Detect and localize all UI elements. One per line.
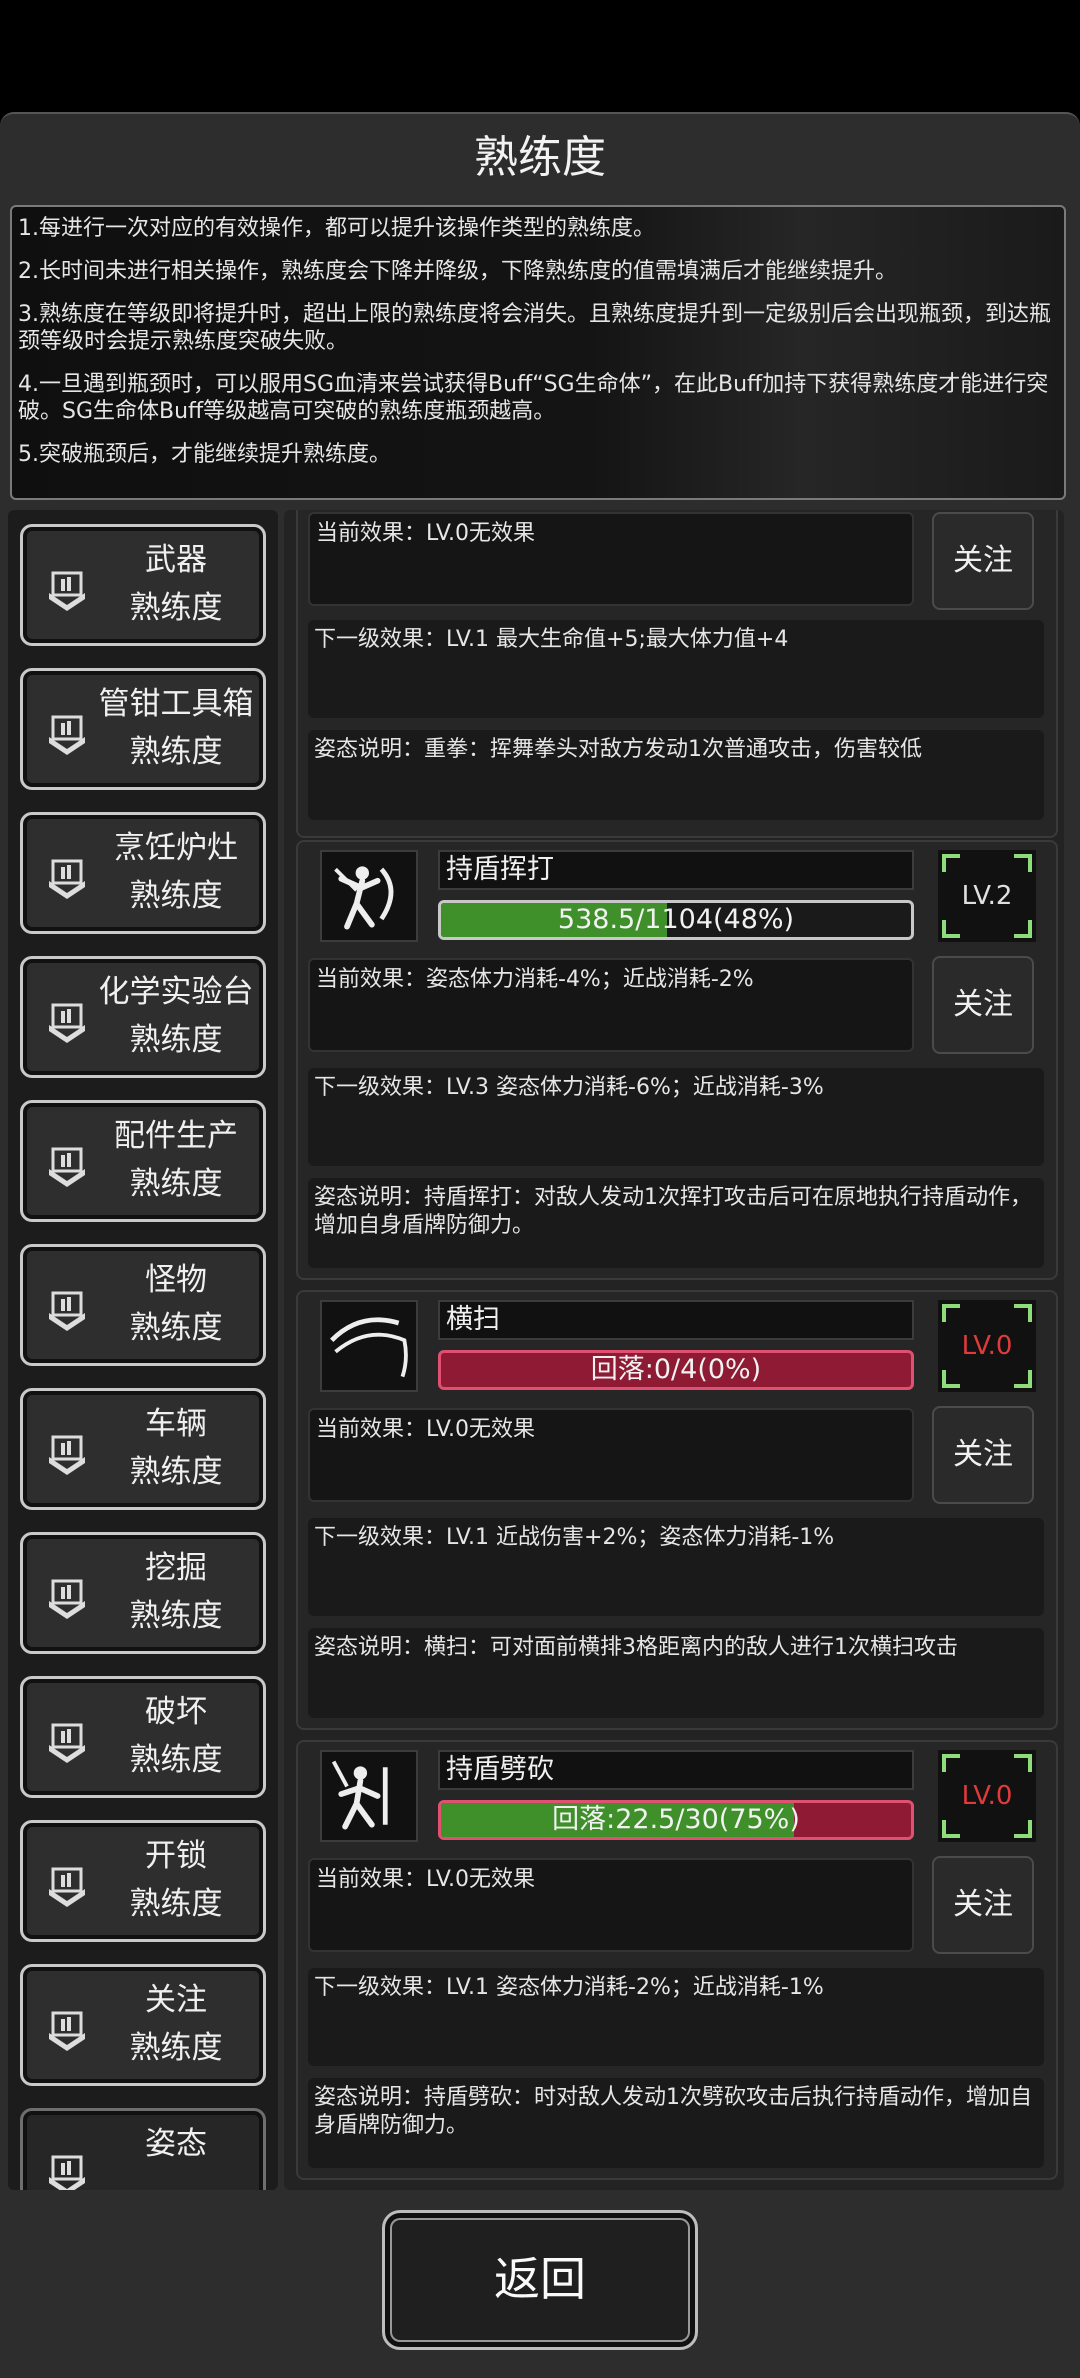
level-badge: LV.0 bbox=[938, 1750, 1036, 1842]
sidebar-item-chemistry[interactable]: 化学实验台 熟练度 bbox=[20, 956, 266, 1078]
sidebar-item-label: 挖掘 bbox=[145, 1550, 207, 1586]
level-text: LV.0 bbox=[961, 1331, 1013, 1361]
skill-list[interactable]: 当前效果：LV.0无效果 关注 下一级效果：LV.1 最大生命值+5;最大体力值… bbox=[284, 510, 1064, 2190]
skill-name: 持盾劈砍 bbox=[438, 1750, 914, 1790]
current-effect: 当前效果：LV.0无效果 bbox=[308, 1858, 914, 1952]
sidebar-item-label: 化学实验台 bbox=[98, 974, 254, 1010]
current-effect: 当前效果：LV.0无效果 bbox=[308, 512, 914, 606]
sidebar-item-sublabel: 熟练度 bbox=[129, 590, 223, 626]
info-line: 5.突破瓶颈后，才能继续提升熟练度。 bbox=[18, 442, 391, 467]
shield-bash-icon bbox=[320, 850, 418, 942]
sidebar-item-label: 姿态 bbox=[145, 2126, 207, 2162]
level-text: LV.0 bbox=[961, 1781, 1013, 1811]
current-effect: 当前效果：LV.0无效果 bbox=[308, 1408, 914, 1502]
skill-card: 横扫 回落:0/4(0%) LV.0 当前效果：LV.0无效果 关注 下一级效果… bbox=[296, 1290, 1058, 1730]
sidebar-item-sublabel: 熟练度 bbox=[129, 1598, 223, 1634]
skill-card: 持盾劈砍 回落:22.5/30(75%) LV.0 当前效果：LV.0无效果 关… bbox=[296, 1740, 1058, 2180]
sidebar-item-label: 管钳工具箱 bbox=[98, 686, 254, 722]
sweep-icon bbox=[320, 1300, 418, 1392]
info-line: 3.熟练度在等级即将提升时，超出上限的熟练度将会消失。且熟练度提升到一定级别后会… bbox=[18, 302, 1051, 354]
level-badge: LV.2 bbox=[938, 850, 1036, 942]
skill-progress-bar: 回落:22.5/30(75%) bbox=[438, 1800, 914, 1840]
follow-button[interactable]: 关注 bbox=[932, 956, 1034, 1054]
skill-name: 横扫 bbox=[438, 1300, 914, 1340]
sidebar-item-toolbox[interactable]: 管钳工具箱 熟练度 bbox=[20, 668, 266, 790]
sidebar-item-label: 怪物 bbox=[145, 1262, 207, 1298]
sidebar-item-label: 配件生产 bbox=[114, 1118, 238, 1154]
sidebar-item-sublabel: 熟练度 bbox=[129, 1022, 223, 1058]
sidebar-item-destroy[interactable]: 破坏 熟练度 bbox=[20, 1676, 266, 1798]
skill-card: 持盾挥打 538.5/1104(48%) LV.2 当前效果：姿态体力消耗-4%… bbox=[296, 840, 1058, 1280]
sidebar-item-sublabel: 熟练度 bbox=[129, 878, 223, 914]
info-line: 1.每进行一次对应的有效操作，都可以提升该操作类型的熟练度。 bbox=[18, 216, 655, 241]
level-badge: LV.0 bbox=[938, 1300, 1036, 1392]
page-title: 熟练度 bbox=[474, 132, 606, 183]
shield-slash-icon bbox=[320, 1750, 418, 1842]
stance-description: 姿态说明：持盾劈砍：时对敌人发动1次劈砍攻击后执行持盾动作，增加自身盾牌防御力。 bbox=[308, 2078, 1044, 2168]
follow-button[interactable]: 关注 bbox=[932, 512, 1034, 610]
sidebar-item-vehicle[interactable]: 车辆 熟练度 bbox=[20, 1388, 266, 1510]
sidebar-item-cooking[interactable]: 烹饪炉灶 熟练度 bbox=[20, 812, 266, 934]
skill-card: 当前效果：LV.0无效果 关注 下一级效果：LV.1 最大生命值+5;最大体力值… bbox=[296, 510, 1058, 838]
sidebar-item-label: 开锁 bbox=[145, 1838, 207, 1874]
next-effect: 下一级效果：LV.3 姿态体力消耗-6%；近战消耗-3% bbox=[308, 1068, 1044, 1166]
sidebar-item-label: 武器 bbox=[145, 542, 207, 578]
current-effect: 当前效果：姿态体力消耗-4%；近战消耗-2% bbox=[308, 958, 914, 1052]
info-line: 2.长时间未进行相关操作，熟练度会下降并降级，下降熟练度的值需填满后才能继续提升… bbox=[18, 259, 897, 284]
sidebar-item-parts[interactable]: 配件生产 熟练度 bbox=[20, 1100, 266, 1222]
sidebar-item-label: 关注 bbox=[145, 1982, 207, 2018]
sidebar-item-weapon[interactable]: 武器 熟练度 bbox=[20, 524, 266, 646]
sidebar-item-sublabel: 熟练度 bbox=[129, 734, 223, 770]
sidebar-item-follow[interactable]: 关注 熟练度 bbox=[20, 1964, 266, 2086]
sidebar-item-sublabel: 熟练度 bbox=[129, 1310, 223, 1346]
sidebar-item-label: 烹饪炉灶 bbox=[114, 830, 238, 866]
info-line: 4.一旦遇到瓶颈时，可以服用SG血清来尝试获得Buff“SG生命体”，在此Buf… bbox=[18, 372, 1049, 424]
progress-text: 回落:0/4(0%) bbox=[590, 1354, 762, 1385]
sidebar-item-sublabel: 熟练度 bbox=[129, 1454, 223, 1490]
sidebar-item-sublabel: 熟练度 bbox=[129, 2030, 223, 2066]
follow-button[interactable]: 关注 bbox=[932, 1406, 1034, 1504]
sidebar-item-stance[interactable]: 姿态 bbox=[20, 2108, 266, 2190]
skill-progress-bar: 回落:0/4(0%) bbox=[438, 1350, 914, 1390]
skill-name: 持盾挥打 bbox=[438, 850, 914, 890]
stance-description: 姿态说明：重拳：挥舞拳头对敌方发动1次普通攻击，伤害较低 bbox=[308, 730, 1044, 820]
follow-button[interactable]: 关注 bbox=[932, 1856, 1034, 1954]
sidebar-item-sublabel: 熟练度 bbox=[129, 1742, 223, 1778]
progress-text: 538.5/1104(48%) bbox=[557, 904, 795, 935]
skill-progress-bar: 538.5/1104(48%) bbox=[438, 900, 914, 940]
next-effect: 下一级效果：LV.1 最大生命值+5;最大体力值+4 bbox=[308, 620, 1044, 718]
stance-description: 姿态说明：横扫：可对面前横排3格距离内的敌人进行1次横扫攻击 bbox=[308, 1628, 1044, 1718]
sidebar-item-monster[interactable]: 怪物 熟练度 bbox=[20, 1244, 266, 1366]
sidebar-item-lockpick[interactable]: 开锁 熟练度 bbox=[20, 1820, 266, 1942]
level-text: LV.2 bbox=[961, 881, 1013, 911]
progress-text: 回落:22.5/30(75%) bbox=[552, 1804, 800, 1835]
category-sidebar[interactable]: 武器 熟练度 管钳工具箱 熟练度 烹饪炉灶 熟练度 化学实验台 熟练度 配件生产… bbox=[8, 510, 278, 2190]
sidebar-item-sublabel: 熟练度 bbox=[129, 1886, 223, 1922]
sidebar-item-sublabel: 熟练度 bbox=[129, 1166, 223, 1202]
sidebar-item-digging[interactable]: 挖掘 熟练度 bbox=[20, 1532, 266, 1654]
sidebar-item-label: 车辆 bbox=[145, 1406, 207, 1442]
next-effect: 下一级效果：LV.1 姿态体力消耗-2%；近战消耗-1% bbox=[308, 1968, 1044, 2066]
next-effect: 下一级效果：LV.1 近战伤害+2%；姿态体力消耗-1% bbox=[308, 1518, 1044, 1616]
info-box: 1.每进行一次对应的有效操作，都可以提升该操作类型的熟练度。 2.长时间未进行相… bbox=[10, 205, 1066, 500]
stance-description: 姿态说明：持盾挥打：对敌人发动1次挥打攻击后可在原地执行持盾动作，增加自身盾牌防… bbox=[308, 1178, 1044, 1268]
back-button[interactable]: 返回 bbox=[382, 2210, 698, 2350]
sidebar-item-label: 破坏 bbox=[145, 1694, 207, 1730]
